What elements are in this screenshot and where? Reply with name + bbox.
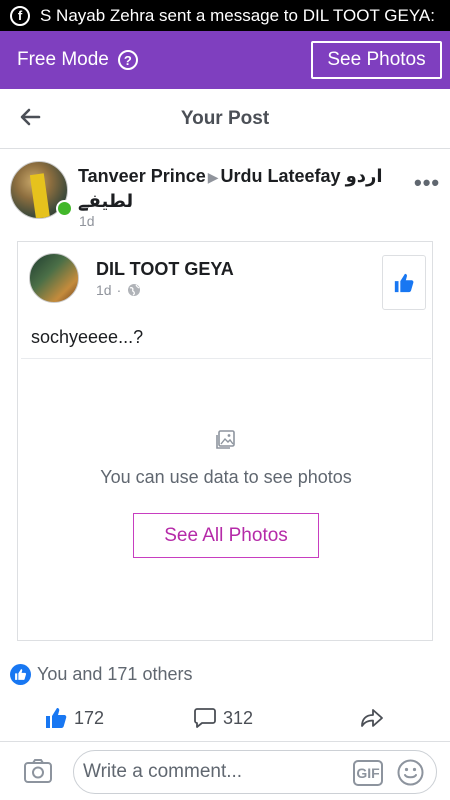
page-header: Your Post <box>0 89 450 149</box>
see-all-photos-button[interactable]: See All Photos <box>133 513 319 558</box>
photo-data-message: You can use data to see photos <box>100 467 352 487</box>
camera-icon[interactable] <box>23 757 53 785</box>
share-icon <box>361 709 383 727</box>
comment-input[interactable]: Write a comment... GIF <box>73 750 437 794</box>
thumbs-up-icon <box>46 708 67 728</box>
photo-icon <box>216 430 235 449</box>
shared-post-time[interactable]: 1d <box>96 282 112 298</box>
post-author-line: Tanveer Prince ▶ Urdu Lateefay اردو لطیفے <box>78 164 413 213</box>
group-name[interactable]: Urdu Lateefay <box>221 166 341 186</box>
like-page-button[interactable] <box>382 255 426 310</box>
comment-placeholder: Write a comment... <box>83 761 243 782</box>
author-name[interactable]: Tanveer Prince <box>78 166 206 186</box>
online-status-dot <box>56 200 73 217</box>
globe-icon <box>128 284 141 296</box>
reactions-summary-text: You and 171 others <box>37 664 193 684</box>
share-button[interactable] <box>359 706 385 730</box>
thumbs-up-icon <box>394 273 414 292</box>
notification-bar[interactable]: f S Nayab Zehra sent a message to DIL TO… <box>0 0 450 31</box>
meta-separator: · <box>116 282 122 298</box>
shared-post-meta: 1d · <box>96 282 141 298</box>
facebook-icon: f <box>10 5 30 26</box>
post-actions: 172 312 <box>0 697 450 739</box>
shared-page-name[interactable]: DIL TOOT GEYA <box>96 259 234 280</box>
shared-page-avatar[interactable] <box>29 253 79 303</box>
like-button[interactable]: 172 <box>44 706 104 730</box>
like-badge-icon <box>10 664 31 685</box>
comment-count: 312 <box>223 707 254 728</box>
reactions-summary[interactable]: You and 171 others <box>10 664 192 685</box>
free-mode-info[interactable]: Free Mode ? <box>17 49 138 71</box>
photo-placeholder: You can use data to see photos See All P… <box>21 358 431 628</box>
post-time[interactable]: 1d <box>79 213 95 229</box>
shared-post-text: sochyeeee...? <box>31 327 144 347</box>
back-arrow-icon[interactable] <box>18 105 42 129</box>
arrow-right-icon: ▶ <box>207 169 219 185</box>
shared-post-card: DIL TOOT GEYA 1d · sochyeeee...? You can… <box>17 241 433 641</box>
emoji-icon[interactable] <box>396 758 425 787</box>
free-mode-label: Free Mode <box>17 49 109 70</box>
comment-icon <box>194 708 216 728</box>
see-photos-button[interactable]: See Photos <box>311 41 442 79</box>
page-title: Your Post <box>180 107 270 129</box>
comment-bar: Write a comment... GIF <box>0 741 450 800</box>
notification-text: S Nayab Zehra sent a message to DIL TOOT… <box>40 5 435 25</box>
free-mode-bar: Free Mode ? See Photos <box>0 31 450 89</box>
question-icon[interactable]: ? <box>117 50 138 70</box>
more-options-icon[interactable]: ••• <box>414 170 440 196</box>
like-count: 172 <box>74 707 105 728</box>
comment-button[interactable]: 312 <box>193 706 253 730</box>
gif-icon[interactable]: GIF <box>353 760 383 786</box>
post-header: Tanveer Prince ▶ Urdu Lateefay اردو لطیفے … <box>0 150 450 236</box>
